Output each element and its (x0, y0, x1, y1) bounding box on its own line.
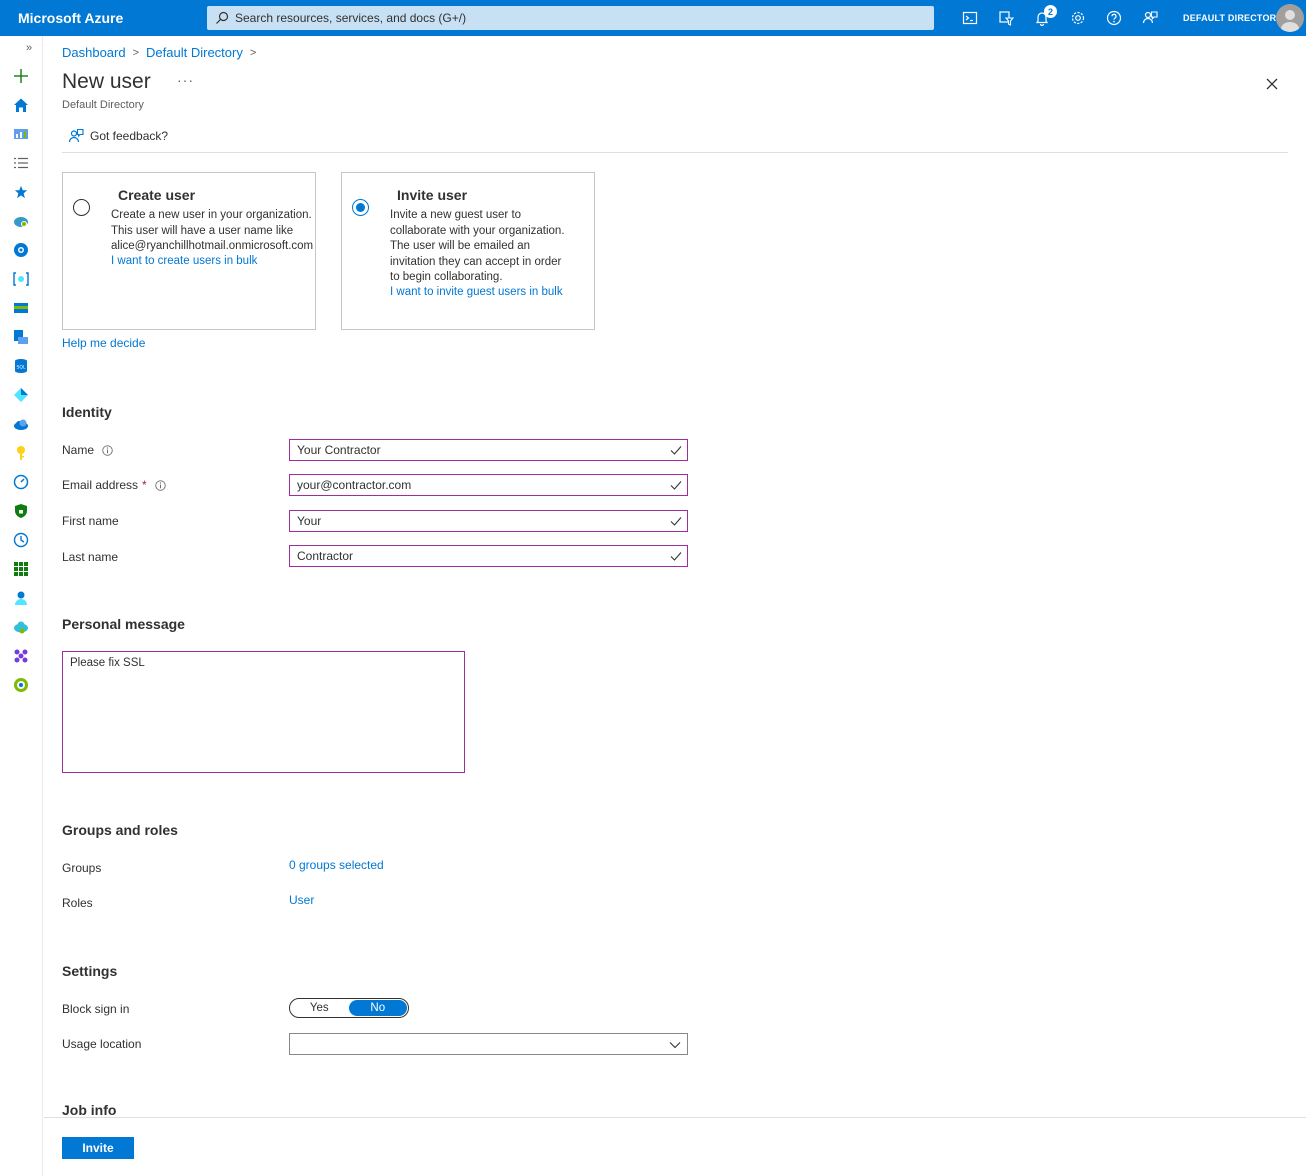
valid-check-icon (670, 517, 682, 526)
identity-heading: Identity (62, 404, 112, 420)
cloud-shell-services-icon[interactable] (12, 618, 30, 636)
virtual-network-icon[interactable] (12, 270, 30, 288)
integration-icon[interactable] (12, 647, 30, 665)
advisor-icon[interactable] (12, 676, 30, 694)
last-name-label: Last name (62, 550, 119, 564)
got-feedback-button[interactable]: Got feedback? (68, 128, 168, 144)
brand-logo[interactable]: Microsoft Azure (0, 10, 207, 26)
security-shield-icon[interactable] (12, 502, 30, 520)
email-label: Email address * (62, 478, 166, 492)
email-field[interactable]: your@contractor.com (289, 474, 688, 496)
cloud-services-icon[interactable] (12, 415, 30, 433)
last-name-input[interactable]: Contractor (289, 545, 688, 567)
more-options-icon[interactable]: ··· (177, 72, 194, 88)
page-title: New user (62, 70, 151, 93)
resource-groups-icon[interactable] (12, 560, 30, 578)
cosmos-db-icon[interactable] (12, 386, 30, 404)
feedback-label: Got feedback? (90, 129, 169, 143)
valid-check-icon (670, 481, 682, 490)
settings-heading: Settings (62, 963, 118, 979)
breadcrumb-default-directory[interactable]: Default Directory (146, 45, 243, 60)
create-user-radio[interactable] (73, 199, 90, 216)
groups-selector-link[interactable]: 0 groups selected (289, 858, 384, 872)
breadcrumb-separator: > (249, 46, 257, 59)
roles-selector-link[interactable]: User (289, 893, 314, 907)
cost-management-icon[interactable] (12, 531, 30, 549)
directory-label[interactable]: DEFAULT DIRECTORY (1183, 0, 1282, 36)
roles-label: Roles (62, 896, 93, 910)
groups-roles-heading: Groups and roles (62, 822, 178, 838)
breadcrumb: Dashboard > Default Directory > (62, 45, 263, 60)
help-icon[interactable] (1096, 0, 1132, 36)
first-name-label: First name (62, 514, 119, 528)
left-nav-rail: » SQL (0, 36, 43, 1176)
home-icon[interactable] (12, 96, 30, 114)
create-users-bulk-link[interactable]: I want to create users in bulk (111, 255, 257, 267)
app-services-icon[interactable] (12, 212, 30, 230)
all-services-icon[interactable] (12, 154, 30, 172)
kubernetes-icon[interactable] (12, 241, 30, 259)
new-user-blade: Dashboard > Default Directory > New user… (44, 36, 1306, 1176)
users-icon[interactable] (12, 589, 30, 607)
info-icon[interactable] (155, 479, 166, 491)
notification-badge: 2 (1044, 5, 1057, 18)
top-icons: 2 (952, 0, 1168, 36)
create-user-option[interactable]: Create user Create a new user in your or… (62, 172, 316, 330)
directory-filter-icon[interactable] (988, 0, 1024, 36)
search-icon (215, 11, 229, 25)
groups-label: Groups (62, 861, 102, 875)
job-info-heading: Job info (62, 1102, 117, 1118)
create-user-title: Create user (118, 187, 196, 203)
expand-menu-icon[interactable]: » (26, 42, 32, 54)
close-icon[interactable] (1262, 74, 1282, 94)
personal-message-textarea[interactable]: Please fix SSL (62, 651, 465, 773)
name-input[interactable]: Your Contractor (289, 439, 688, 461)
dashboard-icon[interactable] (12, 125, 30, 143)
footer-bar: Invite (44, 1117, 1306, 1176)
personal-message-heading: Personal message (62, 616, 185, 632)
global-search-input[interactable]: Search resources, services, and docs (G+… (207, 6, 934, 30)
monitor-icon[interactable] (12, 473, 30, 491)
valid-check-icon (670, 552, 682, 561)
name-label: Name (62, 443, 113, 457)
invite-user-description: Invite a new guest user to collaborate w… (390, 209, 565, 283)
invite-user-option[interactable]: Invite user Invite a new guest user to c… (341, 172, 595, 330)
avatar[interactable] (1276, 4, 1304, 32)
breadcrumb-separator: > (132, 46, 140, 59)
sql-database-icon[interactable]: SQL (12, 357, 30, 375)
invite-user-radio[interactable] (352, 199, 369, 216)
feedback-person-icon (68, 128, 84, 144)
page-subtitle: Default Directory (62, 99, 144, 111)
divider (62, 152, 1288, 153)
invite-button[interactable]: Invite (62, 1137, 134, 1159)
usage-location-select[interactable] (289, 1033, 688, 1055)
valid-check-icon (670, 446, 682, 455)
block-sign-in-label: Block sign in (62, 1002, 130, 1016)
help-me-decide-link[interactable]: Help me decide (62, 336, 145, 350)
invite-user-title: Invite user (397, 187, 468, 203)
cloud-shell-icon[interactable] (952, 0, 988, 36)
toggle-yes[interactable]: Yes (290, 1002, 349, 1014)
key-vault-icon[interactable] (12, 444, 30, 462)
favorites-star-icon[interactable] (12, 183, 30, 201)
svg-text:SQL: SQL (17, 365, 26, 371)
chevron-down-icon (669, 1042, 681, 1049)
notifications-icon[interactable]: 2 (1024, 0, 1060, 36)
search-placeholder: Search resources, services, and docs (G+… (235, 11, 467, 25)
create-user-description: Create a new user in your organization. … (111, 209, 314, 252)
settings-gear-icon[interactable] (1060, 0, 1096, 36)
storage-icon[interactable] (12, 299, 30, 317)
top-bar: Microsoft Azure Search resources, servic… (0, 0, 1306, 36)
usage-location-label: Usage location (62, 1037, 142, 1051)
toggle-no[interactable]: No (348, 1000, 407, 1016)
create-resource-icon[interactable] (12, 67, 30, 85)
block-sign-in-toggle[interactable]: Yes No (289, 998, 409, 1018)
virtual-machine-icon[interactable] (12, 328, 30, 346)
invite-guest-bulk-link[interactable]: I want to invite guest users in bulk (390, 286, 563, 298)
info-icon[interactable] (102, 444, 113, 456)
first-name-input[interactable]: Your (289, 510, 688, 532)
breadcrumb-dashboard[interactable]: Dashboard (62, 45, 126, 60)
feedback-icon[interactable] (1132, 0, 1168, 36)
